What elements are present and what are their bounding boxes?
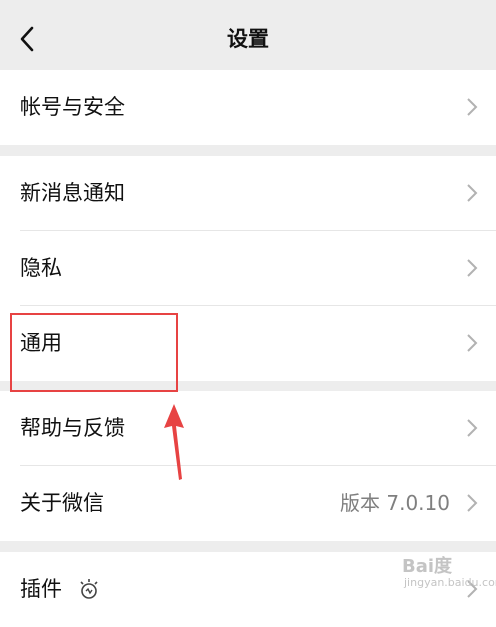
settings-item-account-security[interactable]: 帐号与安全 <box>0 70 496 145</box>
settings-item-label: 帐号与安全 <box>20 95 125 119</box>
settings-item-label: 隐私 <box>20 256 62 280</box>
chevron-right-icon <box>467 419 478 437</box>
settings-group-account: 帐号与安全 <box>0 70 496 145</box>
baidu-watermark: Bai度 jingyan.baidu.com <box>402 552 496 598</box>
settings-item-help-feedback[interactable]: 帮助与反馈 <box>0 391 496 466</box>
lightbulb-icon <box>80 579 98 599</box>
chevron-right-icon <box>467 494 478 512</box>
version-value: 版本 7.0.10 <box>340 491 450 515</box>
red-arrow-icon <box>164 404 184 480</box>
settings-item-privacy[interactable]: 隐私 <box>0 231 496 306</box>
page-title: 设置 <box>227 27 269 51</box>
settings-group-help: 帮助与反馈 关于微信 版本 7.0.10 <box>0 391 496 541</box>
settings-item-label: 插件 <box>20 577 62 601</box>
settings-item-notifications[interactable]: 新消息通知 <box>0 156 496 231</box>
settings-item-about-wechat[interactable]: 关于微信 版本 7.0.10 <box>0 466 496 541</box>
watermark-logo: Bai度 <box>402 556 453 577</box>
highlight-box <box>10 313 178 392</box>
chevron-right-icon <box>467 98 478 116</box>
chevron-right-icon <box>467 334 478 352</box>
settings-item-label: 关于微信 <box>20 491 104 515</box>
settings-item-label: 新消息通知 <box>20 181 125 205</box>
chevron-right-icon <box>467 184 478 202</box>
settings-item-label: 帮助与反馈 <box>20 416 125 440</box>
chevron-right-icon <box>467 259 478 277</box>
watermark-subtext: jingyan.baidu.com <box>404 576 496 589</box>
navigation-bar: 设置 <box>0 0 496 78</box>
